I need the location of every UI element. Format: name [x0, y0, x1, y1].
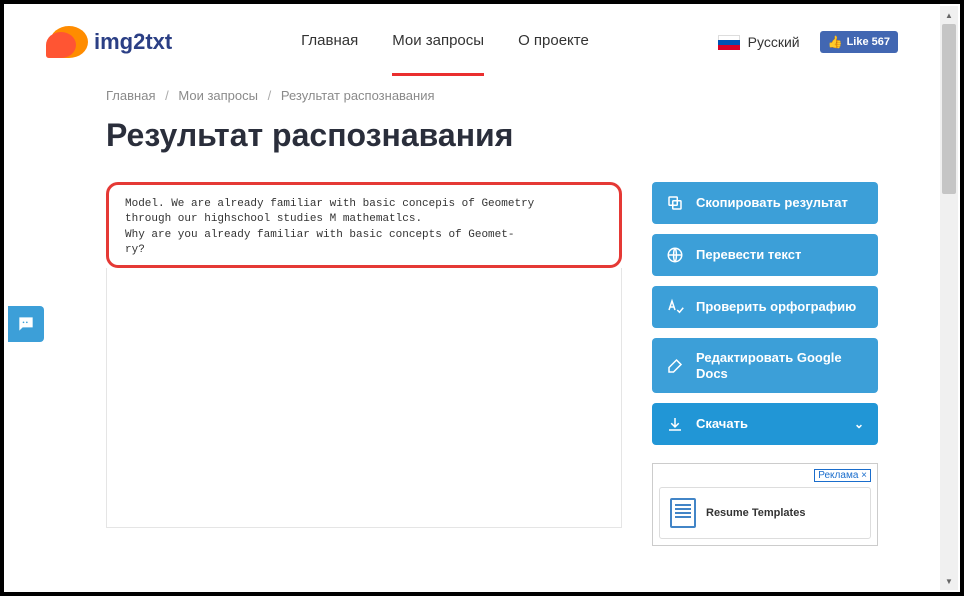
- flag-ru-icon: [718, 35, 740, 50]
- result-text: Model. We are already familiar with basi…: [125, 197, 603, 259]
- download-icon: [666, 415, 684, 433]
- nav-home[interactable]: Главная: [301, 8, 358, 76]
- logo-icon: [46, 24, 88, 60]
- copy-icon: [666, 194, 684, 212]
- language-selector[interactable]: Русский: [718, 34, 800, 50]
- ad-text: Resume Templates: [706, 507, 805, 520]
- ad-container: Реклама × Resume Templates: [652, 463, 878, 546]
- breadcrumb-current: Результат распознавания: [281, 88, 435, 103]
- copy-label: Скопировать результат: [696, 195, 864, 211]
- chevron-down-icon: ⌄: [854, 417, 864, 431]
- download-label: Скачать: [696, 416, 748, 432]
- feedback-tab[interactable]: [8, 306, 44, 342]
- scroll-up-icon[interactable]: ▲: [940, 6, 958, 24]
- ad-label[interactable]: Реклама ×: [659, 470, 871, 481]
- download-button[interactable]: Скачать ⌄: [652, 403, 878, 445]
- language-label: Русский: [748, 34, 800, 50]
- scroll-thumb[interactable]: [942, 24, 956, 194]
- nav-requests[interactable]: Мои запросы: [392, 8, 484, 76]
- translate-button[interactable]: Перевести текст: [652, 234, 878, 276]
- logo-text: img2txt: [94, 29, 172, 55]
- spellcheck-button[interactable]: Проверить орфографию: [652, 286, 878, 328]
- document-icon: [670, 498, 696, 528]
- fb-like-text: Like 567: [847, 36, 890, 48]
- scroll-down-icon[interactable]: ▼: [940, 572, 958, 590]
- header: img2txt Главная Мои запросы О проекте Ру…: [6, 6, 938, 78]
- breadcrumb-requests[interactable]: Мои запросы: [178, 88, 258, 103]
- thumbs-up-icon: 👍: [828, 35, 843, 49]
- logo[interactable]: img2txt: [46, 24, 172, 60]
- translate-label: Перевести текст: [696, 247, 864, 263]
- result-box[interactable]: Model. We are already familiar with basi…: [106, 182, 622, 268]
- copy-result-button[interactable]: Скопировать результат: [652, 182, 878, 224]
- edit-docs-label: Редактировать Google Docs: [696, 350, 864, 381]
- result-area: [106, 268, 622, 528]
- main-nav: Главная Мои запросы О проекте: [301, 8, 589, 76]
- globe-icon: [666, 246, 684, 264]
- chat-icon: [16, 314, 36, 334]
- edit-docs-button[interactable]: Редактировать Google Docs: [652, 338, 878, 393]
- vertical-scrollbar[interactable]: ▲ ▼: [940, 6, 958, 590]
- spellcheck-label: Проверить орфографию: [696, 299, 864, 315]
- breadcrumb: Главная / Мои запросы / Результат распоз…: [106, 88, 878, 103]
- breadcrumb-home[interactable]: Главная: [106, 88, 155, 103]
- spellcheck-icon: [666, 298, 684, 316]
- page-title: Результат распознавания: [106, 117, 878, 154]
- ad-item[interactable]: Resume Templates: [659, 487, 871, 539]
- facebook-like-button[interactable]: 👍 Like 567: [820, 31, 898, 53]
- nav-about[interactable]: О проекте: [518, 8, 589, 76]
- edit-icon: [666, 357, 684, 375]
